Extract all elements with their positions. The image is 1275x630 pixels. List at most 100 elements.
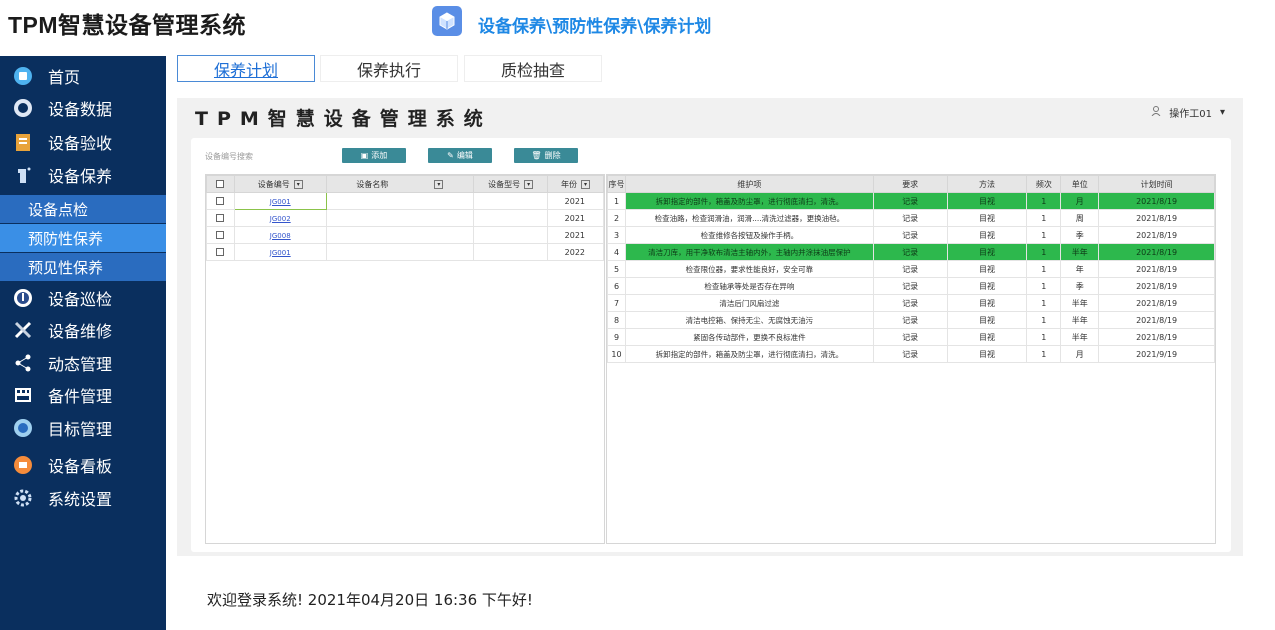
device-name-cell	[325, 209, 475, 227]
user-menu[interactable]: 操作工01 ▾	[1151, 105, 1225, 120]
filter-dropdown-icon[interactable]: ▾	[293, 179, 303, 189]
frequency-cell: 1	[1026, 192, 1062, 210]
method-cell: 目视	[946, 294, 1028, 312]
row-no-cell: 7	[607, 294, 626, 312]
table-row[interactable]: 1 拆卸指定的部件，箱盖及防尘罩，进行彻底清扫，清洗。 记录 目视 1 月 2021/8/1…	[607, 192, 1215, 210]
row-checkbox[interactable]	[206, 243, 235, 261]
method-cell: 目视	[946, 345, 1028, 363]
item-cell: 检查维修各按钮及操作手柄。	[624, 226, 874, 244]
item-cell: 检查油路，检查润滑油，润滑....清洗过滤器，更换油毡。	[624, 209, 874, 227]
sidebar-item-settings[interactable]: 系统设置	[0, 482, 166, 514]
method-cell: 目视	[946, 192, 1028, 210]
save-icon: ▣	[360, 151, 369, 160]
table-row[interactable]: 3 检查维修各按钮及操作手柄。 记录 目视 1 季 2021/8/19	[607, 226, 1215, 244]
sidebar-item-device-data[interactable]: 设备数据	[0, 92, 166, 124]
header-unit: 单位	[1060, 175, 1100, 193]
unit-cell: 月	[1060, 345, 1100, 363]
device-table: 设备编号 ▾ 设备名称 ▾ 设备型号 ▾ 年份 ▾ JG001 2021 JG002 2…	[205, 174, 605, 544]
sidebar-item-home[interactable]: 首页	[0, 60, 166, 92]
plan-time-cell: 2021/8/19	[1098, 226, 1215, 244]
device-name-cell	[325, 243, 475, 261]
device-code-link[interactable]: JG001	[233, 192, 327, 210]
select-all-checkbox[interactable]	[206, 175, 235, 193]
method-cell: 目视	[946, 209, 1028, 227]
table-row[interactable]: 8 清洁电控箱、保持无尘、无腐蚀无油污 记录 目视 1 半年 2021/8/19	[607, 311, 1215, 329]
sidebar-item-dashboard[interactable]: 设备看板	[0, 449, 166, 481]
frequency-cell: 1	[1026, 294, 1062, 312]
sidebar-item-spare-parts[interactable]: 备件管理	[0, 379, 166, 411]
header-device-code[interactable]: 设备编号 ▾	[233, 175, 327, 193]
device-grid: 设备编号 ▾ 设备名称 ▾ 设备型号 ▾ 年份 ▾ JG001 2021 JG002 2…	[206, 175, 604, 261]
grid-icon	[12, 384, 34, 406]
table-row[interactable]: 10 拆卸指定的部件，箱盖及防尘罩，进行彻底清扫，清洗。 记录 目视 1 月 2021/9/…	[607, 345, 1215, 363]
delete-button[interactable]: 🗑 删除	[514, 148, 578, 163]
table-row[interactable]: 9 紧固各传动部件，更换不良标准件 记录 目视 1 半年 2021/8/19	[607, 328, 1215, 346]
item-cell: 清洁电控箱、保持无尘、无腐蚀无油污	[624, 311, 874, 329]
sidebar-item-patrol[interactable]: 设备巡检	[0, 282, 166, 314]
row-no-cell: 4	[607, 243, 626, 261]
device-name-cell	[325, 192, 475, 210]
device-code-link[interactable]: JG008	[233, 226, 327, 244]
sidebar: 首页 设备数据 设备验收 设备保养 设备点检 预防性保养 预见性保养 设备巡检 …	[0, 56, 166, 630]
sidebar-item-acceptance[interactable]: 设备验收	[0, 126, 166, 158]
device-code-link[interactable]: JG002	[233, 209, 327, 227]
requirement-cell: 记录	[872, 226, 948, 244]
header-frequency: 频次	[1026, 175, 1062, 193]
unit-cell: 半年	[1060, 328, 1100, 346]
maintenance-grid: 序号 维护项 要求 方法 频次 单位 计划时间 1 拆卸指定的部件，箱盖及防尘罩，…	[607, 175, 1215, 363]
row-checkbox[interactable]	[206, 226, 235, 244]
row-no-cell: 10	[607, 345, 626, 363]
sidebar-subitem-predictive[interactable]: 预见性保养	[0, 253, 166, 281]
sidebar-item-dynamic[interactable]: 动态管理	[0, 347, 166, 379]
unit-cell: 半年	[1060, 243, 1100, 261]
header-device-model[interactable]: 设备型号 ▾	[473, 175, 549, 193]
table-row[interactable]: 6 检查轴承等处是否存在异响 记录 目视 1 季 2021/8/19	[607, 277, 1215, 295]
clipboard-icon	[12, 131, 34, 153]
year-cell: 2021	[547, 209, 604, 227]
requirement-cell: 记录	[872, 328, 948, 346]
board-icon	[12, 454, 34, 476]
header-year[interactable]: 年份 ▾	[547, 175, 604, 193]
edit-button[interactable]: ✎ 编辑	[428, 148, 492, 163]
plan-time-cell: 2021/8/19	[1098, 294, 1215, 312]
table-row[interactable]: JG008 2021	[206, 226, 604, 244]
plan-time-cell: 2021/8/19	[1098, 192, 1215, 210]
home-icon	[12, 65, 34, 87]
header-device-name[interactable]: 设备名称 ▾	[325, 175, 475, 193]
trash-icon: 🗑	[531, 151, 542, 160]
table-row[interactable]: 2 检查油路，检查润滑油，润滑....清洗过滤器，更换油毡。 记录 目视 1 周 2021/…	[607, 209, 1215, 227]
requirement-cell: 记录	[872, 311, 948, 329]
table-row[interactable]: 7 清洁后门风扇过滤 记录 目视 1 半年 2021/8/19	[607, 294, 1215, 312]
header-item: 维护项	[624, 175, 874, 193]
sidebar-subitem-preventive[interactable]: 预防性保养	[0, 224, 166, 252]
sidebar-item-repair[interactable]: 设备维修	[0, 314, 166, 346]
search-label: 设备编号搜索	[205, 152, 253, 161]
gear-icon	[12, 487, 34, 509]
frequency-cell: 1	[1026, 226, 1062, 244]
device-code-link[interactable]: JG001	[233, 243, 327, 261]
sidebar-item-target[interactable]: 目标管理	[0, 412, 166, 444]
add-button[interactable]: ▣ 添加	[342, 148, 406, 163]
sidebar-subitem-spot-check[interactable]: 设备点检	[0, 195, 166, 223]
plan-time-cell: 2021/9/19	[1098, 345, 1215, 363]
filter-dropdown-icon[interactable]: ▾	[524, 179, 534, 189]
table-row[interactable]: JG001 2022	[206, 243, 604, 261]
tab-maintenance-plan[interactable]: 保养计划	[177, 55, 315, 82]
tab-maintenance-execution[interactable]: 保养执行	[320, 55, 458, 82]
table-row[interactable]: 5 检查限位器，要求性能良好，安全可靠 记录 目视 1 年 2021/8/19	[607, 260, 1215, 278]
device-model-cell	[473, 226, 549, 244]
target-icon	[12, 417, 34, 439]
panel-title: TPM智慧设备管理系统	[195, 108, 492, 130]
year-cell: 2021	[547, 226, 604, 244]
row-checkbox[interactable]	[206, 209, 235, 227]
item-cell: 清洁刀库，用干净软布清洁主轴内外，主轴内并涂抹油层保护	[624, 243, 874, 261]
header-requirement: 要求	[872, 175, 948, 193]
row-checkbox[interactable]	[206, 192, 235, 210]
table-row[interactable]: JG002 2021	[206, 209, 604, 227]
tab-quality-check[interactable]: 质检抽查	[464, 55, 602, 82]
filter-dropdown-icon[interactable]: ▾	[581, 179, 591, 189]
sidebar-item-maintenance[interactable]: 设备保养	[0, 159, 166, 191]
filter-dropdown-icon[interactable]: ▾	[434, 179, 444, 189]
table-row[interactable]: 4 清洁刀库，用干净软布清洁主轴内外，主轴内并涂抹油层保护 记录 目视 1 半年 2021/…	[607, 243, 1215, 261]
table-row[interactable]: JG001 2021	[206, 192, 604, 210]
